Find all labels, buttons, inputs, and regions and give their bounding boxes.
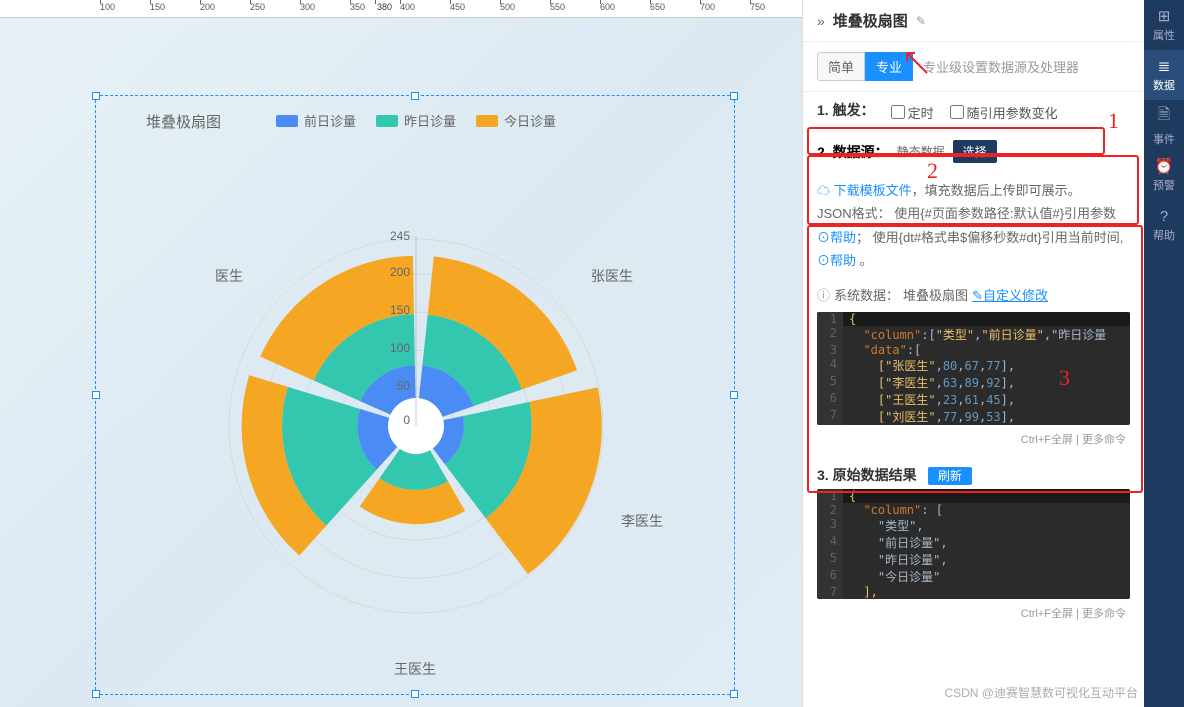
annotation-2: 2 [927, 158, 938, 184]
editor-footer-2[interactable]: Ctrl+F全屏 | 更多命令 [817, 603, 1130, 623]
collapse-icon[interactable]: » [817, 13, 825, 29]
svg-text:50: 50 [397, 379, 411, 393]
tab-hint: 专业级设置数据源及处理器 [923, 57, 1079, 76]
property-panel: » 堆叠极扇图 ✎ 简单 专业 专业级设置数据源及处理器 1. 触发： 定时 随… [802, 0, 1144, 707]
chart-title: 堆叠极扇图 [146, 111, 221, 132]
watermark: CSDN @迪赛智慧数可视化互动平台 [944, 684, 1138, 701]
help-icon: ? [1160, 208, 1168, 225]
ruler-marker: 380 [375, 2, 394, 12]
svg-text:王医生: 王医生 [394, 661, 436, 676]
checkbox-param[interactable]: 随引用参数变化 [950, 103, 1058, 122]
event-icon: 🗎 [1158, 104, 1170, 129]
panel-title: 堆叠极扇图 [833, 10, 908, 31]
trigger-title: 1. 触发： [817, 100, 875, 120]
help-link-2[interactable]: ⊙帮助 [817, 253, 856, 268]
code-editor-source[interactable]: 1{2 "column":["类型","前日诊量","昨日诊量3 "data":… [817, 312, 1130, 425]
sidebar-item-data[interactable]: ≣数据 [1144, 50, 1184, 100]
attribute-icon: ⊞ [1158, 7, 1171, 25]
svg-text:200: 200 [390, 265, 410, 279]
select-source-button[interactable]: 选择 [953, 140, 997, 163]
download-template-link[interactable]: 下载模板文件 [834, 183, 912, 198]
result-title: 3. 原始数据结果 [817, 467, 917, 483]
alarm-icon: ⏰ [1155, 157, 1174, 175]
refresh-button[interactable]: 刷新 [928, 467, 972, 485]
svg-text:150: 150 [390, 303, 410, 317]
ruler-horizontal: 100150200 250300350 400450500 550600650 … [0, 0, 802, 18]
tab-pro[interactable]: 专业 [865, 52, 913, 81]
data-icon: ≣ [1158, 57, 1171, 75]
polar-chart: 0 50 100 150 200 245 张医生 李医生 王医生 刘医生 毕医生 [216, 156, 676, 676]
sidebar-item-attr[interactable]: ⊞属性 [1144, 0, 1184, 50]
chart-legend: 前日诊量 昨日诊量 今日诊量 [276, 111, 556, 130]
editor-footer-1[interactable]: Ctrl+F全屏 | 更多命令 [817, 429, 1130, 449]
svg-text:毕医生: 毕医生 [216, 268, 243, 284]
svg-text:245: 245 [390, 229, 410, 243]
svg-text:张医生: 张医生 [591, 268, 633, 284]
help-link-1[interactable]: ⊙帮助 [817, 230, 856, 245]
checkbox-timer[interactable]: 定时 [891, 103, 934, 122]
svg-text:李医生: 李医生 [621, 513, 663, 529]
source-title: 2. 数据源： [817, 142, 889, 162]
chart-selection-box[interactable]: 堆叠极扇图 前日诊量 昨日诊量 今日诊量 [95, 95, 735, 695]
custom-edit-link[interactable]: ✎自定义修改 [972, 285, 1048, 304]
edit-icon[interactable]: ✎ [916, 14, 926, 28]
svg-text:100: 100 [390, 341, 410, 355]
code-editor-result[interactable]: 1{2 "column": [3 "类型",4 "前日诊量",5 "昨日诊量",… [817, 489, 1130, 599]
sidebar-item-warn[interactable]: ⏰预警 [1144, 150, 1184, 200]
annotation-3: 3 [1059, 365, 1070, 391]
canvas-area[interactable]: 100150200 250300350 400450500 550600650 … [0, 0, 802, 707]
mode-tabs: 简单 专业 专业级设置数据源及处理器 [803, 42, 1144, 92]
tab-simple[interactable]: 简单 [817, 52, 865, 81]
cloud-download-icon: ☁ [817, 183, 830, 198]
svg-text:0: 0 [403, 413, 410, 427]
sidebar-item-event[interactable]: 🗎事件 [1144, 100, 1184, 150]
sidebar-item-help[interactable]: ?帮助 [1144, 200, 1184, 250]
right-sidebar: ⊞属性 ≣数据 🗎事件 ⏰预警 ?帮助 [1144, 0, 1184, 707]
annotation-1: 1 [1108, 108, 1119, 134]
info-icon: ⓘ [817, 285, 830, 304]
